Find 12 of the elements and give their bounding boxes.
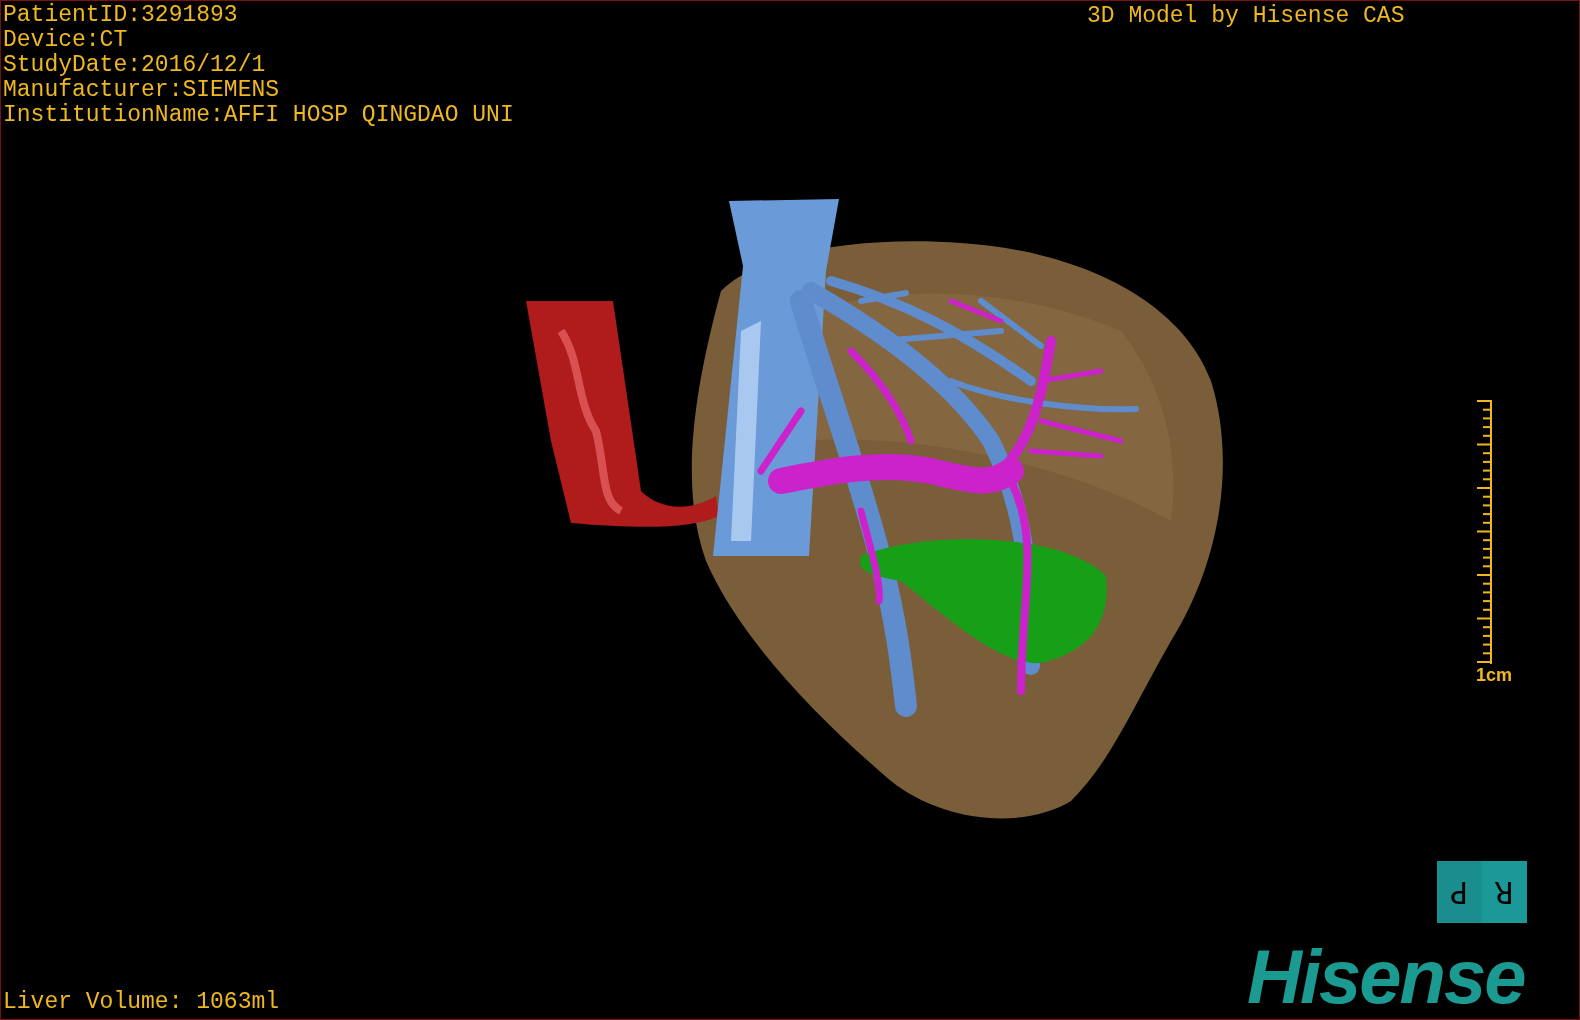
patient-info-text: InstitutionName:AFFI HOSP QINGDAO UNI (3, 103, 514, 128)
logo-text: Hisense (1247, 937, 1525, 1017)
cube-face-letter: R (1495, 874, 1514, 910)
liver-volume-text: Liver Volume: 1063ml (3, 990, 280, 1015)
cube-face-letter: P (1450, 874, 1469, 910)
patient-info-text: Manufacturer:SIEMENS (3, 78, 281, 103)
scale-label: 1cm (1476, 665, 1513, 685)
patient-info-text: PatientID:3291893 (3, 3, 239, 28)
patient-info-text: StudyDate:2016/12/1 (3, 53, 267, 78)
model-credit-text: 3D Model by Hisense CAS (1087, 4, 1405, 29)
patient-info-text: Device:CT (3, 28, 129, 53)
scale-ruler-icon (1475, 399, 1493, 665)
